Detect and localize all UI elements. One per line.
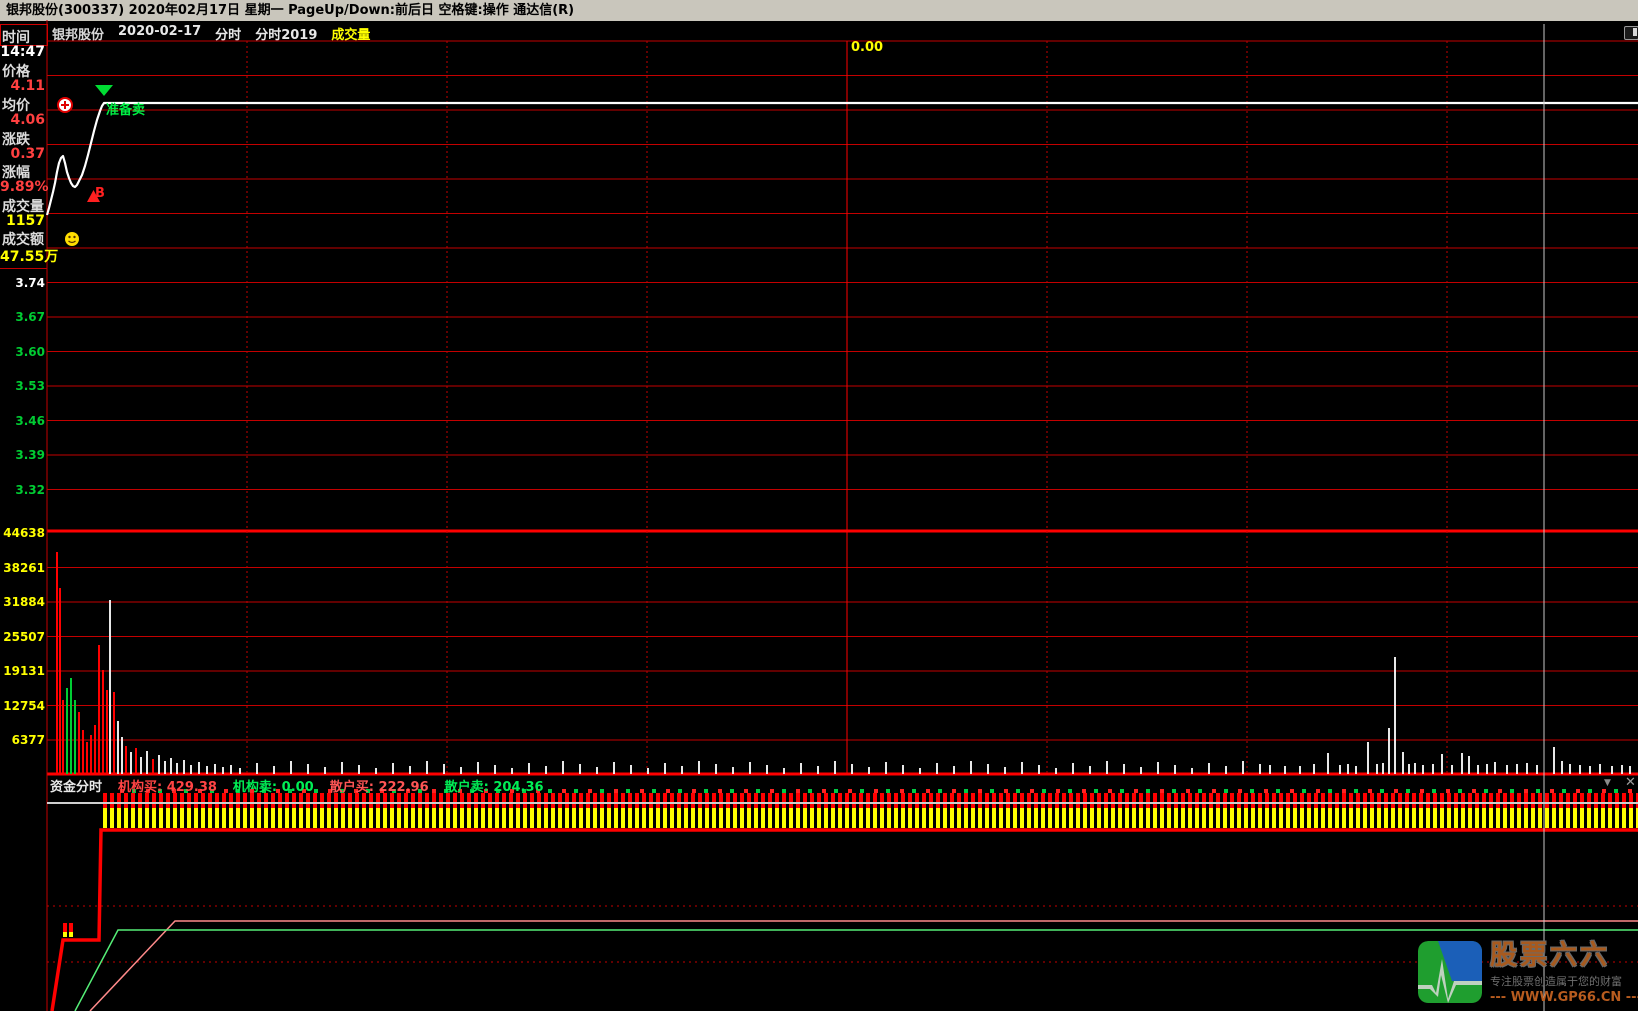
sidebar-value-change: 0.37 xyxy=(10,146,45,162)
fund-stat-retail-buy: 散户买: 222.96 xyxy=(329,780,429,795)
fund-stat-inst-buy: 机构买: 429.38 xyxy=(118,780,217,795)
axis-tick-label: 25507 xyxy=(3,629,45,644)
chart-volume-label[interactable]: 成交量 xyxy=(331,24,370,43)
axis-tick-label: 3.67 xyxy=(15,310,45,324)
axis-tick-label: 44638 xyxy=(3,526,45,540)
buy-signal-letter: B xyxy=(95,186,105,201)
fund-stat-retail-sell: 散户卖: 204.36 xyxy=(444,780,544,795)
sidebar-value-change-pct: 9.89% xyxy=(0,179,49,195)
watermark-url: --- WWW.GP66.CN --- xyxy=(1490,990,1638,1005)
axis-tick-label: 31884 xyxy=(3,595,45,609)
axis-tick-label: 3.74 xyxy=(15,275,45,290)
gp66-logo-icon xyxy=(1418,941,1482,1003)
tdx-window: 银邦股份(300337) 2020年02月17日 星期一 PageUp/Down… xyxy=(0,0,1638,1011)
chart-header: 银邦股份 2020-02-17 分时 分时2019 成交量 xyxy=(52,24,370,43)
watermark: 股票六六 专注股票创造属于您的财富 --- WWW.GP66.CN --- xyxy=(1418,941,1638,1005)
sidebar-value-time: 14:47 xyxy=(0,44,45,60)
axis-tick-label: 3.32 xyxy=(15,482,45,497)
watermark-subtitle: 专注股票创造属于您的财富 xyxy=(1490,975,1622,988)
sidebar-value-volume: 1157 xyxy=(6,213,45,229)
axis-tick-label: 3.60 xyxy=(15,344,45,359)
sidebar-separator xyxy=(0,268,47,269)
chart-indicator-label[interactable]: 分时2019 xyxy=(255,24,317,43)
fund-panel-title[interactable]: 资金分时 xyxy=(50,776,102,795)
fund-panel-header: 资金分时 机构买: 429.38 机构卖: 0.00 散户买: 222.96 散… xyxy=(50,776,544,795)
watermark-title: 股票六六 xyxy=(1490,940,1610,971)
fund-panel-dropdown-icon[interactable]: ▼ xyxy=(1604,778,1611,788)
chart-date: 2020-02-17 xyxy=(118,24,202,39)
chart-stock-name: 银邦股份 xyxy=(52,28,105,43)
axis-tick-label: 38261 xyxy=(3,560,45,575)
sidebar-value-amount: 47.55万 xyxy=(0,249,59,265)
intraday-chart-canvas[interactable] xyxy=(0,0,1638,1011)
pane-window-icon[interactable] xyxy=(1624,26,1638,40)
axis-tick-label: 3.53 xyxy=(15,379,45,393)
sidebar-value-avg: 4.06 xyxy=(10,112,45,128)
axis-tick-label: 12754 xyxy=(3,698,45,713)
axis-tick-label: 6377 xyxy=(11,733,45,747)
chart-period-label[interactable]: 分时 xyxy=(215,24,241,43)
axis-tick-label: 19131 xyxy=(3,664,45,678)
axis-tick-label: 3.46 xyxy=(15,413,45,428)
fund-panel-close-icon[interactable]: ✕ xyxy=(1625,775,1636,790)
cursor-value-label: 0.00 xyxy=(851,40,884,55)
axis-tick-label: 3.39 xyxy=(15,448,45,462)
fund-stat-inst-sell: 机构卖: 0.00 xyxy=(232,780,314,795)
sell-signal-note: 准备卖 xyxy=(106,103,146,118)
sidebar-value-price: 4.11 xyxy=(10,78,45,94)
